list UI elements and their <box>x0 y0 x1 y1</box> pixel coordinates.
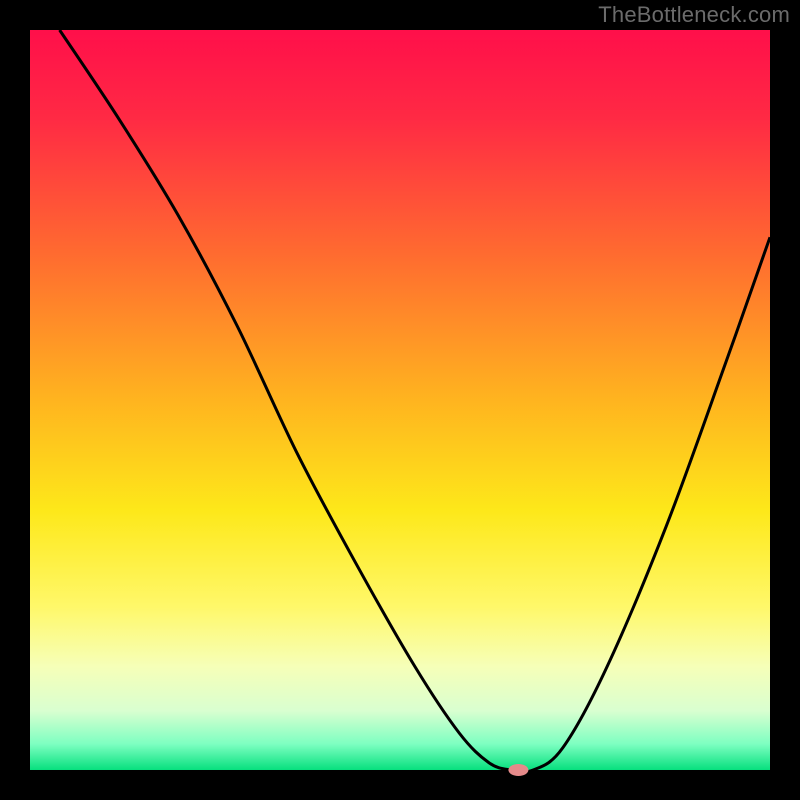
chart-frame: TheBottleneck.com <box>0 0 800 800</box>
bottleneck-chart <box>0 0 800 800</box>
watermark-text: TheBottleneck.com <box>598 2 790 28</box>
optimal-marker <box>508 764 528 776</box>
plot-background <box>30 30 770 770</box>
